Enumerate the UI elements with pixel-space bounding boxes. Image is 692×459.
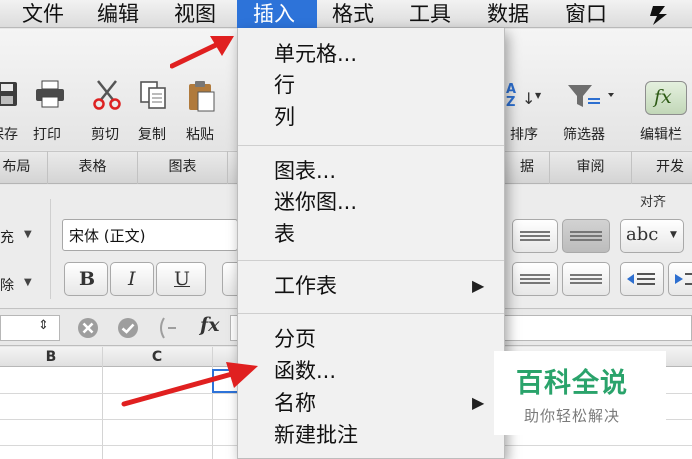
copy-label: 复制 <box>138 127 166 143</box>
confirm-icon[interactable] <box>116 316 140 340</box>
tab-layout[interactable]: 布局 <box>0 151 48 184</box>
copy-icon[interactable] <box>138 79 168 111</box>
paste-icon[interactable] <box>186 79 218 113</box>
watermark-title: 百科全说 <box>516 368 628 399</box>
align-right-button[interactable] <box>562 262 610 296</box>
tab-tables[interactable]: 表格 <box>48 151 138 184</box>
chevron-down-icon[interactable]: ▼ <box>24 277 32 288</box>
stepper-icon[interactable]: ⇕ <box>38 318 49 333</box>
font-name-field[interactable]: 宋体 (正文) <box>62 219 238 251</box>
chevron-down-icon[interactable]: ▼ <box>24 229 32 240</box>
print-label: 打印 <box>33 127 61 143</box>
menu-item-rows[interactable]: 行 <box>274 72 295 98</box>
clear-label[interactable]: 除 <box>0 275 14 295</box>
wrap-text-button[interactable]: abc ▼ <box>620 219 684 253</box>
formula-bar-label: 编辑栏 <box>640 127 682 143</box>
print-icon[interactable] <box>34 79 66 109</box>
insert-dropdown-menu: 单元格... 行 列 图表... 迷你图... 表 工作表 ▶ 分页 函数...… <box>237 28 505 459</box>
column-header-b[interactable]: B <box>0 347 102 367</box>
underline-button[interactable]: U <box>156 262 206 296</box>
annotation-arrow-icon <box>170 36 234 69</box>
indent-icon <box>627 273 655 285</box>
arrow-right-icon: ▶ <box>472 276 485 295</box>
paste-label: 粘贴 <box>186 127 214 143</box>
sort-icon[interactable]: AZ ↓ ▼ <box>504 81 541 113</box>
align-middle-button[interactable] <box>512 219 558 253</box>
menu-insert[interactable]: 插入 <box>237 0 317 28</box>
name-box[interactable] <box>0 315 60 341</box>
filter-icon[interactable] <box>566 81 618 111</box>
fill-label[interactable]: 充 <box>0 227 14 247</box>
cut-label: 剪切 <box>91 127 119 143</box>
formula-bar-icon[interactable]: fx <box>645 81 687 115</box>
menu-view[interactable]: 视图 <box>174 0 216 28</box>
scissors-icon[interactable] <box>92 79 122 111</box>
group-title-align: 对齐 <box>640 195 667 210</box>
menu-separator <box>238 313 504 314</box>
menu-tools[interactable]: 工具 <box>409 0 451 28</box>
filter-label: 筛选器 <box>563 127 605 143</box>
tab-developer[interactable]: 开发 <box>632 151 692 184</box>
save-icon[interactable] <box>0 79 20 109</box>
tab-review[interactable]: 审阅 <box>550 151 632 184</box>
function-paren-icon[interactable] <box>156 316 184 340</box>
menu-item-page-break[interactable]: 分页 <box>274 326 316 352</box>
menu-separator <box>238 260 504 261</box>
script-menu-icon[interactable] <box>647 4 673 26</box>
bold-button[interactable]: B <box>64 262 108 296</box>
menu-item-table[interactable]: 表 <box>274 221 295 247</box>
menu-bar: 文件 编辑 视图 插入 格式 工具 数据 窗口 <box>0 0 692 28</box>
italic-button[interactable]: I <box>110 262 154 296</box>
menu-data[interactable]: 数据 <box>487 0 529 28</box>
menu-edit[interactable]: 编辑 <box>97 0 139 28</box>
insert-function-button[interactable]: fx <box>200 314 220 336</box>
watermark-logo: 百科全说 助你轻松解决 <box>494 351 666 435</box>
increase-indent-button[interactable] <box>668 262 692 296</box>
cancel-icon[interactable] <box>76 316 100 340</box>
align-bottom-button[interactable] <box>562 219 610 253</box>
align-center-button[interactable] <box>512 262 558 296</box>
menu-item-name[interactable]: 名称 <box>274 390 316 416</box>
menu-file[interactable]: 文件 <box>22 0 64 28</box>
chevron-down-icon: ▼ <box>670 230 677 240</box>
menu-item-columns[interactable]: 列 <box>274 104 295 130</box>
watermark-subtitle: 助你轻松解决 <box>524 407 621 425</box>
menu-window[interactable]: 窗口 <box>565 0 607 28</box>
group-divider <box>50 199 51 299</box>
menu-separator <box>238 145 504 146</box>
arrow-right-icon: ▶ <box>472 393 485 412</box>
tab-data[interactable]: 据 <box>505 151 550 184</box>
menu-item-function[interactable]: 函数... <box>274 358 336 384</box>
menu-item-chart[interactable]: 图表... <box>274 158 336 184</box>
grid-line <box>102 347 103 459</box>
indent-icon <box>675 273 692 285</box>
menu-item-sparkline[interactable]: 迷你图... <box>274 189 357 215</box>
menu-item-new-comment[interactable]: 新建批注 <box>274 422 358 448</box>
decrease-indent-button[interactable] <box>620 262 664 296</box>
sort-label: 排序 <box>510 127 538 143</box>
menu-item-cells[interactable]: 单元格... <box>274 41 357 67</box>
save-label: 保存 <box>0 127 18 143</box>
annotation-arrow-icon <box>121 362 258 407</box>
menu-format[interactable]: 格式 <box>332 0 374 28</box>
menu-item-worksheet[interactable]: 工作表 <box>274 273 337 299</box>
tab-charts[interactable]: 图表 <box>138 151 228 184</box>
